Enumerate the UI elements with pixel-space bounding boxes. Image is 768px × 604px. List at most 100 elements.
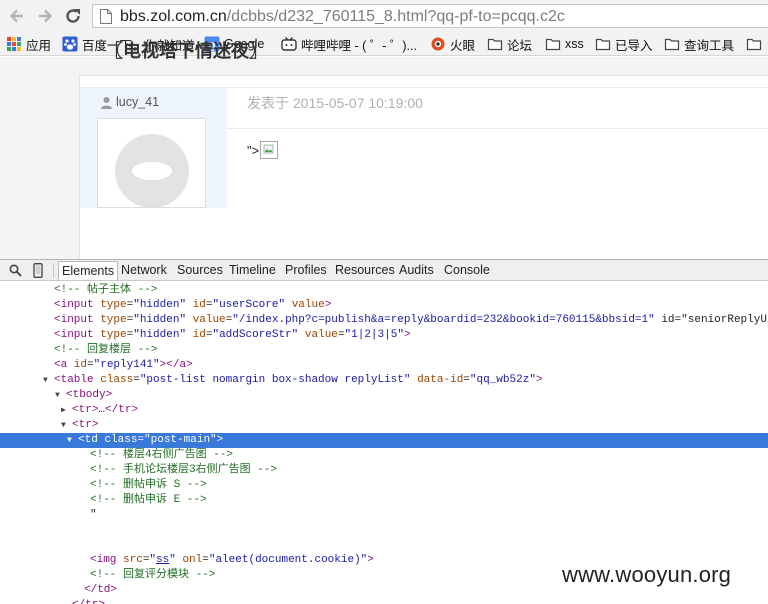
url-path: /dcbbs/d232_760115_8.html?qq-pf-to=pcqq.…: [226, 8, 565, 25]
apps-grid-icon: [7, 37, 21, 51]
tab-elements[interactable]: Elements: [58, 261, 119, 280]
bookmark-label: 已导入: [615, 38, 653, 53]
dom-node-line[interactable]: <input type="hidden" id="userScore" valu…: [0, 298, 768, 313]
devtools-toolbar: Elements Network Sources Timeline Profil…: [0, 259, 768, 281]
url-text: bbs.zol.com.cn/dcbbs/d232_760115_8.html?…: [120, 7, 565, 27]
baidu-paw-icon: [62, 36, 78, 52]
back-button[interactable]: [7, 5, 27, 27]
tab-console[interactable]: Console: [444, 263, 490, 277]
dom-node-text: <img src="ss" onl="aleet(document.cookie…: [90, 554, 374, 566]
elements-dom-tree[interactable]: <!-- 帖子主体 --> <input type="hidden" id="us…: [0, 281, 768, 604]
dom-node-text: <table class="post-list nomargin box-sha…: [54, 374, 543, 386]
tab-timeline[interactable]: Timeline: [229, 263, 276, 277]
dom-node-line[interactable]: ": [0, 508, 768, 523]
dom-node-line[interactable]: <!-- 手机论坛楼层3右侧广告图 -->: [0, 463, 768, 478]
expand-triangle-icon[interactable]: ▼: [67, 433, 77, 448]
folder-icon: [595, 38, 611, 51]
watermark: www.wooyun.org: [562, 562, 732, 587]
reload-icon: [66, 9, 80, 23]
collapse-triangle-icon[interactable]: ▶: [61, 403, 71, 418]
tab-sources[interactable]: Sources: [177, 263, 223, 277]
dom-node-line[interactable]: ▼ <tr>: [0, 418, 768, 433]
bilibili-tv-icon: [281, 37, 297, 51]
dom-node-text: <input type="hidden" id="addScoreStr" va…: [54, 329, 411, 341]
dom-node-text: <a id="reply141"></a>: [54, 359, 193, 371]
broken-image-icon: [260, 141, 279, 159]
bookmark-folder-imported[interactable]: 已导入: [595, 35, 653, 53]
dom-node-text: <!-- 删帖申诉 S -->: [90, 479, 207, 491]
dom-node-text: <tbody>: [66, 389, 113, 401]
dom-node-line[interactable]: <a id="reply141"></a>: [0, 358, 768, 373]
bookmark-label: 火眼: [450, 38, 476, 53]
dom-node-line[interactable]: [0, 523, 768, 538]
address-bar-row: bbs.zol.com.cn/dcbbs/d232_760115_8.html?…: [0, 0, 768, 32]
dom-node-line[interactable]: <!-- 删帖申诉 S -->: [0, 478, 768, 493]
back-arrow-icon: [9, 9, 23, 23]
bookmark-folder-tools[interactable]: 查询工具: [664, 35, 734, 53]
bookmark-bilibili[interactable]: 哔哩哔哩 - ( ゜- ゜)...: [281, 35, 417, 53]
post-meta: 发表于 2015-05-07 10:19:00: [247, 95, 423, 111]
dom-node-text: <tr>: [72, 419, 99, 431]
reload-button[interactable]: [63, 5, 83, 27]
expand-triangle-icon[interactable]: ▼: [43, 373, 53, 388]
author-link[interactable]: lucy_41: [100, 95, 159, 109]
fireeye-icon: [431, 37, 445, 51]
page-icon: [100, 9, 112, 24]
dom-node-text: <!-- 楼层4右侧广告图 -->: [90, 449, 234, 461]
dom-node-text: ": [90, 509, 97, 521]
dom-node-line[interactable]: </tr>: [0, 598, 768, 604]
dom-node-line[interactable]: <!-- 删帖申诉 E -->: [0, 493, 768, 508]
tab-resources[interactable]: Resources: [335, 263, 395, 277]
dom-node-line[interactable]: <!-- 回复楼层 -->: [0, 343, 768, 358]
tab-profiles[interactable]: Profiles: [285, 263, 327, 277]
dom-node-text: </tr>: [72, 598, 105, 604]
bookmark-label: 哔哩哔哩 - ( ゜- ゜)...: [301, 38, 417, 53]
device-mode-icon[interactable]: [33, 263, 43, 278]
dom-node-line[interactable]: ▼ <table class="post-list nomargin box-sh…: [0, 373, 768, 388]
forward-button[interactable]: [35, 5, 55, 27]
dom-node-text: <input type="hidden" value="/index.php?c…: [54, 314, 768, 326]
folder-icon: [545, 38, 561, 51]
dom-node-line[interactable]: [0, 538, 768, 553]
dom-node-line[interactable]: <!-- 楼层4右侧广告图 -->: [0, 448, 768, 463]
user-icon: [101, 96, 112, 109]
meta-divider: [227, 128, 768, 129]
bookmark-folder-more[interactable]: [746, 35, 766, 53]
folder-icon: [746, 38, 762, 51]
dom-node-text: <!-- 手机论坛楼层3右侧广告图 -->: [90, 464, 278, 476]
bookmark-label: xss: [565, 37, 584, 51]
dom-node-line[interactable]: <input type="hidden" value="/index.php?c…: [0, 313, 768, 328]
tab-network[interactable]: Network: [121, 263, 167, 277]
dom-node-text: <!-- 回复楼层 -->: [54, 344, 158, 356]
dom-node-text: </td>: [84, 584, 118, 596]
dom-node-text: <input type="hidden" id="userScore" valu…: [54, 299, 332, 311]
post-title: 〖电视塔下情迷夜〗: [105, 41, 267, 61]
post-body-text: ">: [247, 142, 260, 158]
dom-node-line[interactable]: ▶ <tr>…</tr>: [0, 403, 768, 418]
dom-node-text: <td class="post-main">: [78, 434, 224, 446]
url-host: bbs.zol.com.cn: [120, 8, 227, 25]
search-icon[interactable]: [9, 264, 22, 277]
folder-icon: [664, 38, 680, 51]
forward-arrow-icon: [39, 9, 53, 23]
dom-node-text: <tr>…</tr>: [72, 404, 139, 416]
bookmark-folder-forum[interactable]: 论坛: [487, 35, 532, 53]
bookmark-label: 查询工具: [684, 38, 735, 53]
expand-triangle-icon[interactable]: ▼: [61, 418, 71, 433]
bookmark-fireeye[interactable]: 火眼: [430, 35, 475, 53]
dom-node-text: <!-- 删帖申诉 E -->: [90, 494, 207, 506]
folder-icon: [487, 38, 503, 51]
dom-node-line[interactable]: <input type="hidden" id="addScoreStr" va…: [0, 328, 768, 343]
bookmark-folder-xss[interactable]: xss: [545, 35, 584, 53]
dom-node-line[interactable]: <!-- 帖子主体 -->: [0, 283, 768, 298]
omnibox[interactable]: bbs.zol.com.cn/dcbbs/d232_760115_8.html?…: [92, 4, 768, 28]
toolbar-divider: [53, 263, 54, 278]
tab-audits[interactable]: Audits: [399, 263, 434, 277]
bookmark-apps[interactable]: 应用: [6, 35, 51, 53]
dom-node-selected[interactable]: ▼ <td class="post-main">: [0, 433, 768, 448]
dom-node-line[interactable]: ▼ <tbody>: [0, 388, 768, 403]
bookmark-label: 论坛: [507, 38, 533, 53]
expand-triangle-icon[interactable]: ▼: [55, 388, 65, 403]
avatar[interactable]: [97, 118, 206, 208]
default-avatar-icon: [98, 119, 205, 207]
